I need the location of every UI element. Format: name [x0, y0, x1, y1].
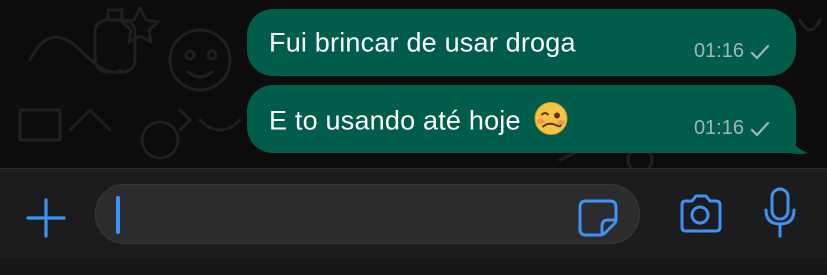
sent-check-icon [750, 44, 770, 59]
outgoing-message-bubble[interactable]: E to usando até hoje 01:16 [247, 85, 796, 153]
bubble-tail [780, 127, 808, 155]
message-time: 01:16 [693, 40, 744, 62]
message-input[interactable] [126, 185, 570, 245]
microphone-icon[interactable] [762, 186, 798, 242]
message-meta: 01:16 [694, 40, 770, 63]
outgoing-message-bubble[interactable]: Fui brincar de usar droga 01:16 [247, 9, 796, 76]
woozy-face-icon [534, 102, 568, 135]
message-time: 01:16 [693, 117, 744, 139]
message-meta: 01:16 [694, 117, 770, 140]
home-indicator-area [0, 258, 827, 275]
chat-area: Fui brincar de usar droga 01:16 E to usa… [0, 0, 827, 168]
message-input-field[interactable] [95, 184, 640, 245]
camera-icon[interactable] [676, 193, 724, 235]
plus-icon[interactable] [24, 196, 68, 240]
sticker-icon[interactable] [578, 196, 620, 238]
message-text: E to usando até hoje [269, 105, 521, 136]
sent-check-icon [750, 121, 770, 136]
message-text-wrapper: E to usando até hoje [269, 102, 568, 137]
text-cursor [116, 196, 120, 234]
message-text: Fui brincar de usar droga [269, 27, 576, 57]
